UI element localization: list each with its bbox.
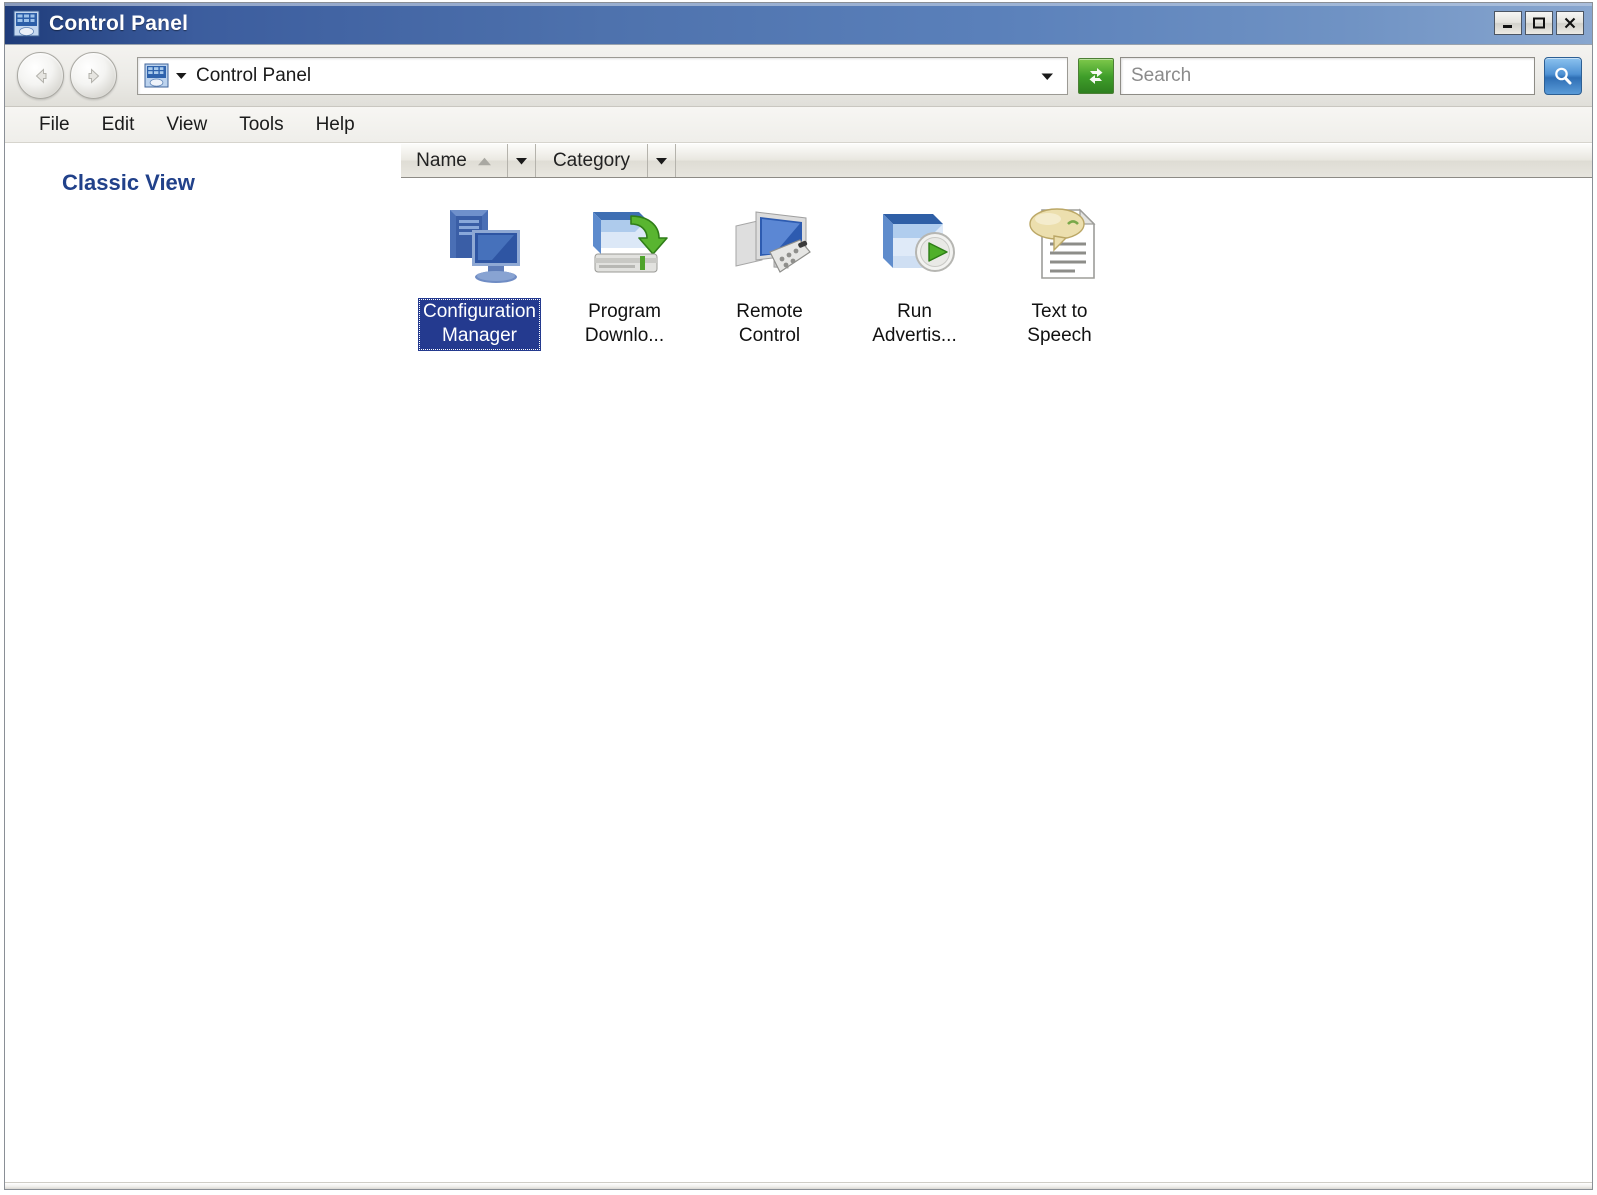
address-control-panel-icon bbox=[144, 63, 169, 88]
run-advertised-programs-icon bbox=[867, 196, 963, 292]
window-title: Control Panel bbox=[49, 11, 189, 35]
control-panel-window: Control Panel Control Panel Search File … bbox=[4, 2, 1593, 1190]
address-bar[interactable]: Control Panel bbox=[137, 56, 1068, 95]
maximize-button[interactable] bbox=[1525, 11, 1553, 35]
content-area: Classic View Name Category Configuration… bbox=[5, 143, 1592, 1182]
sort-ascending-icon bbox=[477, 150, 492, 172]
program-download-icon bbox=[577, 196, 673, 292]
refresh-button[interactable] bbox=[1078, 57, 1114, 94]
address-path-caret-icon bbox=[175, 67, 188, 85]
menu-item-file[interactable]: File bbox=[23, 112, 86, 138]
cp-item-label: Configuration Manager bbox=[417, 298, 542, 351]
search-input[interactable] bbox=[1129, 63, 1526, 88]
address-dropdown-button[interactable] bbox=[1034, 71, 1061, 81]
cp-item-label: Text to Speech bbox=[1027, 301, 1092, 347]
column-name-dropdown-button[interactable] bbox=[508, 144, 536, 177]
control-panel-items-grid: Configuration Manager Program Downlo... … bbox=[401, 178, 1592, 1182]
cp-item-program-download[interactable]: Program Downlo... bbox=[552, 192, 697, 351]
close-button[interactable] bbox=[1556, 11, 1584, 35]
navigation-pane: Classic View bbox=[5, 143, 401, 1182]
classic-view-link[interactable]: Classic View bbox=[62, 170, 195, 196]
menu-item-edit[interactable]: Edit bbox=[86, 112, 151, 138]
remote-control-icon bbox=[722, 196, 818, 292]
control-panel-screen: Control Panel Control Panel Search File … bbox=[0, 0, 1597, 1195]
cp-item-label: Run Advertis... bbox=[872, 301, 957, 347]
minimize-button[interactable] bbox=[1494, 11, 1522, 35]
cp-item-remote-control[interactable]: Remote Control bbox=[697, 192, 842, 351]
items-pane: Name Category Configuration Manager Prog… bbox=[401, 143, 1592, 1182]
address-path-text: Control Panel bbox=[196, 65, 312, 86]
window-bottom-edge bbox=[5, 1182, 1592, 1189]
title-bar: Control Panel bbox=[5, 3, 1592, 45]
menu-item-help[interactable]: Help bbox=[300, 112, 371, 138]
cp-item-label: Remote Control bbox=[736, 301, 803, 347]
menu-item-view[interactable]: View bbox=[150, 112, 223, 138]
search-button[interactable] bbox=[1544, 56, 1582, 95]
menu-bar: File Edit View Tools Help bbox=[5, 107, 1592, 143]
cp-item-run-advertised-programs[interactable]: Run Advertis... bbox=[842, 192, 987, 351]
search-box[interactable] bbox=[1120, 56, 1535, 95]
column-category-dropdown-button[interactable] bbox=[648, 144, 676, 177]
column-header-name-label: Name bbox=[416, 149, 467, 171]
control-panel-icon bbox=[13, 10, 40, 37]
forward-button[interactable] bbox=[70, 52, 117, 99]
configuration-manager-icon bbox=[432, 196, 528, 292]
navigation-toolbar: Control Panel bbox=[5, 45, 1592, 107]
text-to-speech-icon bbox=[1012, 196, 1108, 292]
cp-item-configuration-manager[interactable]: Configuration Manager bbox=[407, 192, 552, 351]
column-header-name[interactable]: Name bbox=[401, 144, 508, 177]
column-header-category[interactable]: Category bbox=[536, 144, 648, 177]
column-header-category-label: Category bbox=[552, 149, 631, 171]
cp-item-label: Program Downlo... bbox=[584, 301, 665, 347]
column-header-filler bbox=[676, 144, 1592, 177]
window-controls bbox=[1494, 11, 1584, 35]
column-headers: Name Category bbox=[401, 143, 1592, 178]
cp-item-text-to-speech[interactable]: Text to Speech bbox=[987, 192, 1132, 351]
menu-item-tools[interactable]: Tools bbox=[223, 112, 299, 138]
back-button[interactable] bbox=[17, 52, 64, 99]
